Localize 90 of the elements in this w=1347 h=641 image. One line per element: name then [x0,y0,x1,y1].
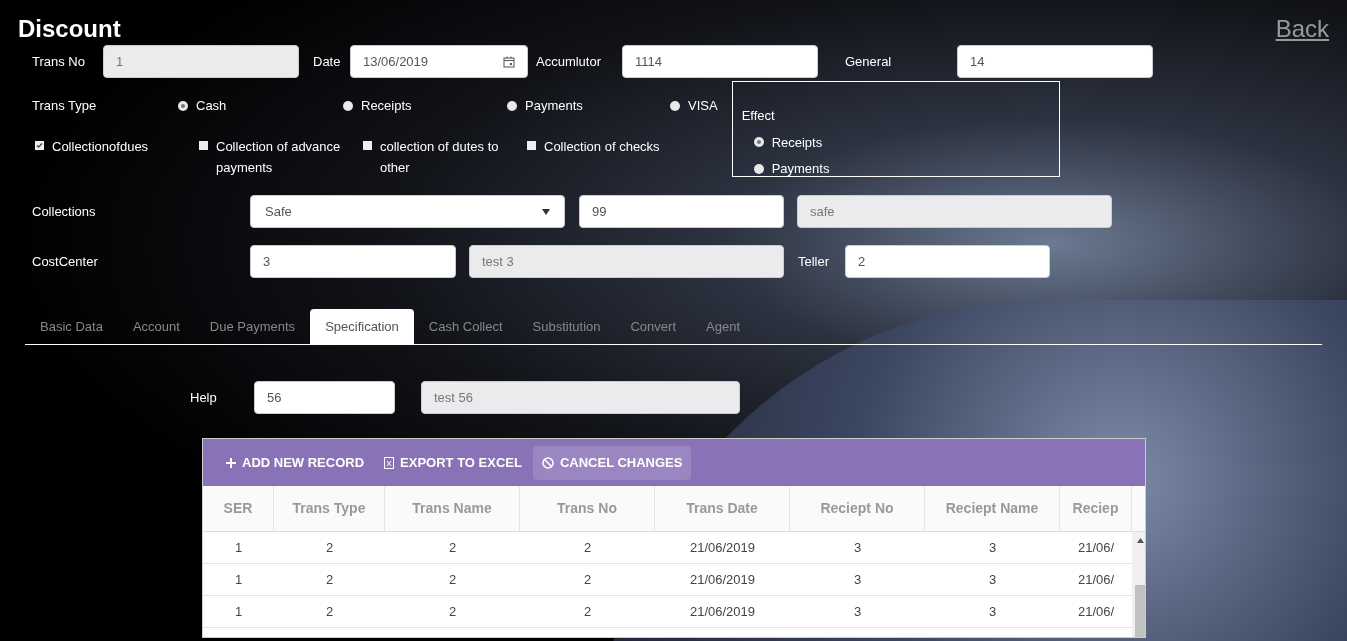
column-header[interactable]: Trans Date [655,486,790,531]
page-title: Discount [18,13,121,44]
radio-button[interactable] [507,101,517,111]
table-cell-text: 21/06/ [1076,602,1116,621]
text-field[interactable]: 99 [579,195,784,228]
table-cell-text: 1 [233,602,244,621]
tab[interactable]: Substitution [517,309,616,345]
radio-label: Receipts [361,97,412,116]
checkbox[interactable] [527,141,536,150]
table-cell-text: 3 [852,538,863,557]
calendar-icon[interactable] [503,55,515,68]
tab[interactable]: Due Payments [194,309,311,345]
field-label: Collections [32,202,97,221]
checkbox-label: Collection of checks [544,138,661,156]
field-label: General [845,52,893,71]
column-header[interactable]: Reciept No [790,486,925,531]
radio-label: Receipts [771,133,823,152]
field-label: Teller [798,252,831,271]
table-cell-text: 2 [324,538,335,557]
table-cell-text: 3 [852,570,863,589]
back-link[interactable]: Back [1275,10,1329,47]
table-cell-text: 3 [852,602,863,621]
checkbox-label: Collectionofdues [52,138,150,156]
table-cell-text: 1 [233,570,244,589]
text-field[interactable]: 14 [957,45,1153,78]
radio-button[interactable] [343,101,353,111]
column-header[interactable]: Trans No [520,486,655,531]
table-cell-text: 2 [324,602,335,621]
tab[interactable]: Specification [310,309,414,345]
column-header[interactable]: Trans Type [274,486,385,531]
checkbox[interactable] [363,141,372,150]
table-cell-text: 3 [987,538,998,557]
table-cell-text: 2 [582,602,593,621]
column-header[interactable]: Reciept Name [925,486,1060,531]
spreadsheet-file-icon [384,456,395,469]
table-cell-text: 1 [233,538,244,557]
column-header[interactable]: Reciep [1060,486,1132,531]
toolbar-button[interactable]: EXPORT TO EXCEL [375,445,531,480]
radio-label: Payments [525,97,583,116]
group-label: Effect [741,107,776,125]
radio-button[interactable] [178,101,188,111]
field-label: Accumlutor [536,52,603,71]
field-label: Date [313,52,342,71]
radio-button[interactable] [670,101,680,111]
field-label: Trans No [32,52,86,71]
table-cell-text: 2 [582,538,593,557]
radio-label: Cash [196,97,227,116]
checkbox-label: collection of dutes to other [380,138,500,177]
table-cell-text: 21/06/2019 [688,538,757,557]
toolbar-button[interactable]: CANCEL CHANGES [532,445,692,480]
text-field[interactable]: 13/06/2019 [350,45,528,78]
text-field[interactable]: 2 [845,245,1050,278]
checkbox-label: Collection of advance payments [216,138,342,177]
radio-button[interactable] [753,163,764,174]
checkbox[interactable] [199,141,208,150]
plus-icon [226,457,236,468]
table-cell-text: 21/06/ [1076,538,1116,557]
field-label: Trans Type [32,97,98,116]
toolbar-button[interactable]: ADD NEW RECORD [217,445,374,480]
scroll-up-arrow-icon[interactable] [1136,538,1144,543]
column-header[interactable]: Trans Name [385,486,520,531]
table-cell-text: 2 [447,538,458,557]
text-field[interactable]: 56 [254,381,395,414]
radio-label: Payments [771,160,830,178]
select-field[interactable]: Safe [250,195,565,228]
text-field[interactable]: 1114 [622,45,818,78]
caret-icon [542,208,550,215]
tab[interactable]: Account [117,309,195,345]
table-cell-text: 21/06/2019 [688,570,757,589]
tab[interactable]: Convert [615,309,691,345]
table-cell-text: 3 [987,602,998,621]
table-cell-text: 2 [324,570,335,589]
scrollbar[interactable] [1132,532,1145,637]
table-cell-text: 3 [987,570,998,589]
tab[interactable]: Agent [691,309,755,345]
table-cell-text: 21/06/2019 [688,602,757,621]
text-field[interactable]: 3 [250,245,456,278]
radio-button[interactable] [753,137,764,148]
radio-label: VISA [688,97,718,116]
checkbox[interactable] [35,141,44,150]
tab[interactable]: Basic Data [25,309,118,345]
cancel-icon [541,456,554,469]
table-cell-text: 2 [447,602,458,621]
table-cell-text: 21/06/ [1076,570,1116,589]
table-cell-text: 2 [447,570,458,589]
tab[interactable]: Cash Collect [413,309,518,345]
field-label: Help [190,388,218,407]
column-header[interactable]: SER [203,486,274,531]
table-cell-text: 2 [582,570,593,589]
field-label: CostCenter [32,252,99,271]
